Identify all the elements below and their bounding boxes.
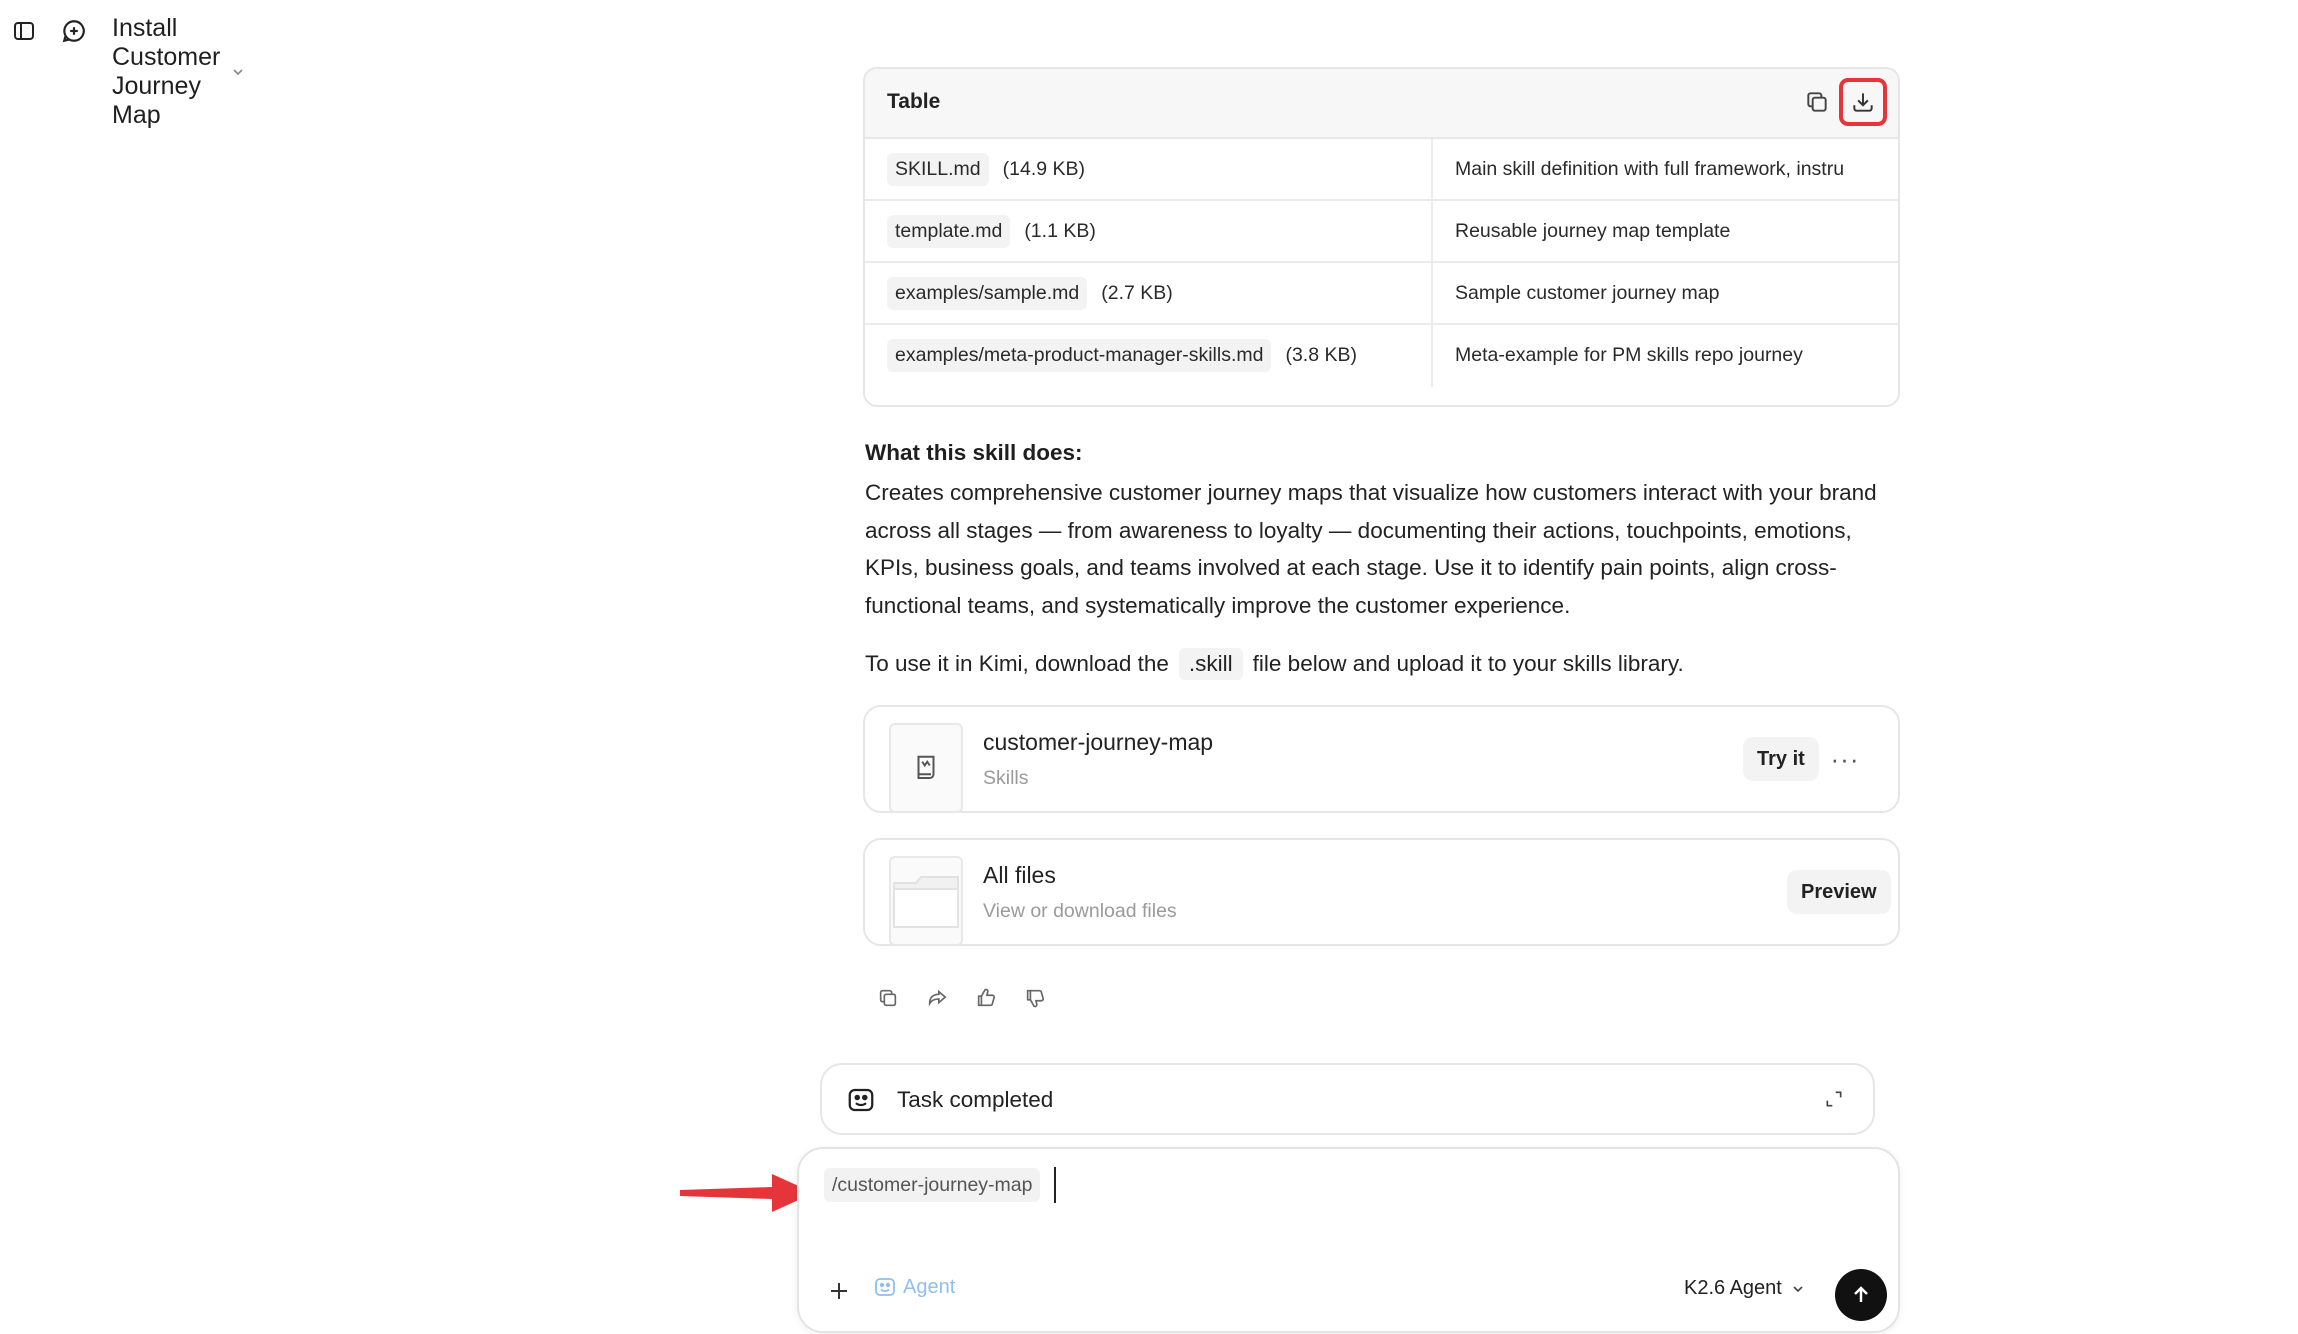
more-options-button[interactable]: ··· [1823, 737, 1867, 781]
chevron-down-icon [230, 64, 246, 80]
preview-button[interactable]: Preview [1787, 870, 1891, 914]
table-row: examples/meta-product-manager-skills.md (… [865, 325, 1898, 387]
file-name-cell: examples/sample.md [887, 277, 1088, 310]
arrow-up-icon [1849, 1283, 1873, 1307]
skill-card[interactable]: customer-journey-map Skills Try it ··· [863, 705, 1900, 813]
chevron-down-icon [1790, 1281, 1806, 1297]
model-selector[interactable]: K2.6 Agent [1684, 1277, 1806, 1300]
copy-message-icon[interactable] [872, 982, 904, 1014]
file-size-cell: (3.8 KB) [1285, 344, 1357, 366]
agent-mode-toggle[interactable]: Agent [873, 1275, 955, 1299]
thumbs-up-icon[interactable] [970, 982, 1002, 1014]
message-composer[interactable]: /customer-journey-map Agent K2.6 Agent [797, 1147, 1900, 1333]
robot-icon [846, 1085, 876, 1115]
table-header: Table [865, 69, 1898, 139]
file-table-card: Table SKILL.md (14.9 KB) Main skill defin… [863, 67, 1900, 407]
description-cell: Main skill definition with full framewor… [1455, 158, 1845, 180]
new-chat-icon[interactable] [58, 15, 90, 47]
skill-description: Creates comprehensive customer journey m… [865, 480, 1877, 618]
usage-suffix: file below and upload it to your skills … [1252, 651, 1684, 676]
all-files-card[interactable]: All files View or download files Preview [863, 838, 1900, 946]
sidebar-toggle-icon[interactable] [8, 15, 40, 47]
table-row: SKILL.md (14.9 KB) Main skill definition … [865, 139, 1898, 201]
copy-icon [1804, 89, 1830, 115]
section-title: What this skill does: [865, 440, 1083, 465]
message-actions [872, 982, 1051, 1014]
download-table-button[interactable] [1839, 78, 1887, 126]
file-size-cell: (1.1 KB) [1024, 220, 1096, 242]
table-label: Table [887, 90, 941, 113]
copy-table-button[interactable] [1793, 78, 1841, 126]
all-files-title: All files [983, 862, 1056, 888]
usage-prefix: To use it in Kimi, download the [865, 651, 1169, 676]
agent-label: Agent [903, 1275, 956, 1298]
all-files-subtitle: View or download files [983, 900, 1177, 922]
description-cell: Sample customer journey map [1455, 282, 1720, 304]
plus-icon [827, 1279, 851, 1303]
file-name-cell: examples/meta-product-manager-skills.md [887, 339, 1272, 372]
file-size-cell: (2.7 KB) [1101, 282, 1173, 304]
text-caret [1054, 1167, 1056, 1203]
task-status-label: Task completed [897, 1087, 1054, 1112]
description-cell: Reusable journey map template [1455, 220, 1731, 242]
slash-command-chip[interactable]: /customer-journey-map [824, 1168, 1041, 1202]
model-label: K2.6 Agent [1684, 1277, 1782, 1299]
file-name-cell: SKILL.md [887, 153, 989, 186]
chat-title-dropdown[interactable]: Install Customer Journey Map [112, 14, 246, 130]
agent-icon [873, 1275, 897, 1299]
table-row: examples/sample.md (2.7 KB) Sample custom… [865, 263, 1898, 325]
usage-instructions: To use it in Kimi, download the .skill f… [865, 648, 1684, 680]
inline-code: .skill [1178, 648, 1243, 680]
task-status-bar[interactable]: Task completed [820, 1063, 1875, 1135]
add-attachment-button[interactable] [821, 1273, 857, 1309]
thumbs-down-icon[interactable] [1019, 982, 1051, 1014]
page-title: Install Customer Journey Map [112, 14, 221, 129]
skill-type: Skills [983, 767, 1029, 789]
folder-icon [889, 856, 963, 946]
table-row: template.md (1.1 KB) Reusable journey map… [865, 201, 1898, 263]
file-name-cell: template.md [887, 215, 1011, 248]
send-button[interactable] [1835, 1269, 1887, 1321]
expand-icon[interactable] [1824, 1089, 1844, 1109]
try-it-button[interactable]: Try it [1743, 737, 1819, 781]
file-size-cell: (14.9 KB) [1002, 158, 1086, 180]
share-icon[interactable] [921, 982, 953, 1014]
description-cell: Meta-example for PM skills repo journey [1455, 344, 1803, 366]
download-icon [1850, 89, 1876, 115]
skill-file-icon [889, 723, 963, 813]
skill-name: customer-journey-map [983, 729, 1214, 755]
